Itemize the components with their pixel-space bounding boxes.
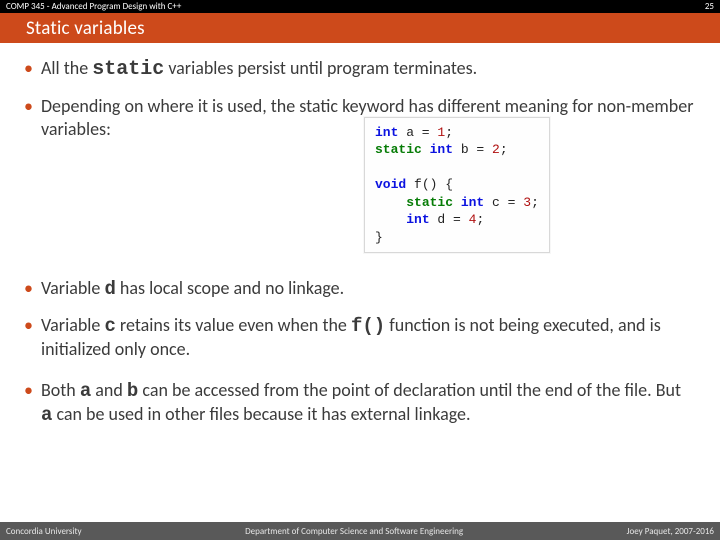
var-b: b [127,380,138,402]
bullet-1-text: All the static variables persist until p… [41,57,696,83]
kw-int: int [422,142,453,157]
text: Variable [41,314,104,336]
text: ; [445,125,453,140]
text: c = [484,195,523,210]
bullet-1: • All the static variables persist until… [24,57,696,83]
course-label: COMP 345 - Advanced Program Design with … [6,1,181,12]
text: d = [430,212,469,227]
bullet-icon: • [24,278,33,301]
pad [375,212,406,227]
var-d: d [104,278,115,300]
text: a = [398,125,437,140]
text: Variable [41,277,104,299]
footer-center: Department of Computer Science and Softw… [245,526,463,537]
footer-right: Joey Paquet, 2007-2016 [627,526,714,537]
var-c: c [104,315,115,337]
kw-int: int [375,125,398,140]
bullet-icon: • [24,96,33,141]
footer-left: Concordia University [6,526,82,537]
keyword-static: static [92,58,164,81]
kw-int: int [453,195,484,210]
bullet-4: • Variable c retains its value even when… [24,314,696,361]
topbar: COMP 345 - Advanced Program Design with … [0,0,720,13]
kw-int: int [406,212,429,227]
slide: COMP 345 - Advanced Program Design with … [0,0,720,540]
text: can be used in other files because it ha… [52,403,470,425]
text: ; [500,142,508,157]
code-line: static int b = 2; [375,141,539,159]
bullet-3-text: Variable d has local scope and no linkag… [41,277,696,301]
slide-content: • All the static variables persist until… [0,43,720,522]
code-line: int a = 1; [375,124,539,142]
bullet-3: • Variable d has local scope and no link… [24,277,696,301]
kw-static: static [406,195,453,210]
bullet-4-text: Variable c retains its value even when t… [41,314,696,361]
text: variables persist until program terminat… [164,57,477,79]
bullet-icon: • [24,380,33,428]
bullet-5: • Both a and b can be accessed from the … [24,379,696,428]
code-line: static int c = 3; [375,194,539,212]
text: can be accessed from the point of declar… [138,379,681,401]
text: b = [453,142,492,157]
text: and [91,379,127,401]
text: All the [41,57,92,79]
num: 2 [492,142,500,157]
text: retains its value even when the [116,314,351,336]
text: ; [476,212,484,227]
var-a: a [80,380,91,402]
slide-title: Static variables [26,17,145,40]
text: has local scope and no linkage. [116,277,344,299]
bullet-icon: • [24,315,33,361]
code-line: int d = 4; [375,211,539,229]
text: ; [531,195,539,210]
bullet-icon: • [24,58,33,83]
fn-f: f() [351,315,385,337]
page-number: 25 [705,1,714,12]
code-line: } [375,229,539,247]
var-a: a [41,404,52,426]
text: f() { [406,177,453,192]
kw-static: static [375,142,422,157]
footer: Concordia University Department of Compu… [0,522,720,540]
text: Both [41,379,80,401]
kw-void: void [375,177,406,192]
code-line: void f() { [375,176,539,194]
bullet-2: • Depending on where it is used, the sta… [24,95,696,141]
bullet-5-text: Both a and b can be accessed from the po… [41,379,696,428]
num: 3 [523,195,531,210]
pad [375,195,406,210]
code-snippet: int a = 1; static int b = 2; void f() { … [364,117,550,254]
slide-title-bar: Static variables [0,13,720,43]
code-line [375,159,539,177]
